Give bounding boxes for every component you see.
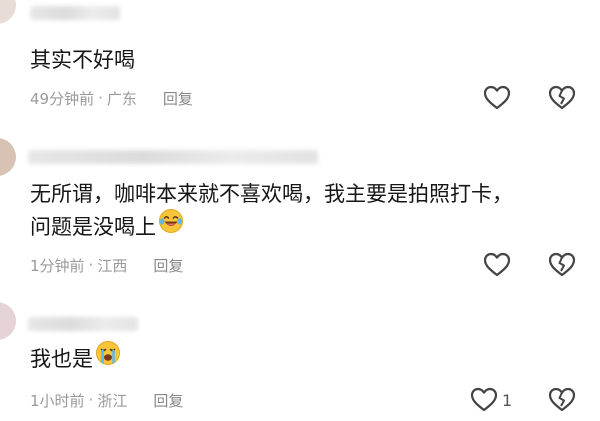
comment-location: 浙江 [97, 391, 128, 410]
dislike-button[interactable] [548, 252, 576, 278]
laughing-tears-emoji-icon [158, 208, 184, 244]
dislike-button[interactable] [548, 387, 576, 413]
like-count: 1 [502, 390, 513, 410]
comment-text-line-2-content: 问题是没喝上 [30, 215, 156, 239]
comment-item: 我也是 1小时前 · 浙江 回复 1 [0, 290, 600, 421]
comment-meta: 1分钟前 · 江西 回复 [30, 254, 183, 276]
username-blurred[interactable] [28, 317, 138, 331]
reply-button[interactable]: 回复 [163, 88, 193, 109]
broken-heart-icon [548, 85, 576, 110]
reply-button[interactable]: 回复 [153, 255, 183, 276]
broken-heart-icon [548, 387, 576, 412]
avatar[interactable] [0, 302, 16, 340]
comment-meta: 49分钟前 · 广东 回复 [30, 87, 193, 109]
comment-text: 我也是 [30, 340, 121, 378]
heart-outline-icon [483, 252, 511, 277]
comment-text-line-1: 无所谓，咖啡本来就不喜欢喝，我主要是拍照打卡， [30, 182, 513, 206]
heart-outline-icon [483, 85, 511, 110]
meta-separator: · [98, 89, 103, 107]
comment-location: 江西 [97, 256, 128, 275]
comment-text-line-2: 问题是没喝上 [30, 208, 184, 246]
comment-location: 广东 [106, 89, 137, 108]
comment-meta: 1小时前 · 浙江 回复 [30, 389, 183, 411]
crying-emoji-icon [95, 340, 121, 376]
like-button[interactable] [483, 252, 515, 278]
meta-separator: · [88, 391, 94, 409]
comment-item: 无所谓，咖啡本来就不喜欢喝，我主要是拍照打卡， 问题是没喝上 1分钟前 · 江西… [0, 130, 600, 290]
meta-separator: · [88, 256, 94, 274]
comment-time: 1小时前 [30, 391, 85, 410]
heart-outline-icon [470, 387, 498, 412]
broken-heart-icon [548, 252, 576, 277]
like-button[interactable]: 1 [470, 387, 512, 413]
comment-time: 1分钟前 [30, 256, 85, 275]
comment-item: 其实不好喝 49分钟前 · 广东 回复 [0, 0, 600, 130]
reply-button[interactable]: 回复 [153, 390, 183, 411]
comment-text: 其实不好喝 [30, 48, 135, 72]
like-button[interactable] [483, 85, 515, 111]
avatar[interactable] [0, 138, 16, 176]
comment-text-content: 我也是 [30, 347, 93, 371]
dislike-button[interactable] [548, 85, 576, 111]
comment-time: 49分钟前 [30, 89, 95, 108]
username-blurred[interactable] [28, 150, 318, 164]
